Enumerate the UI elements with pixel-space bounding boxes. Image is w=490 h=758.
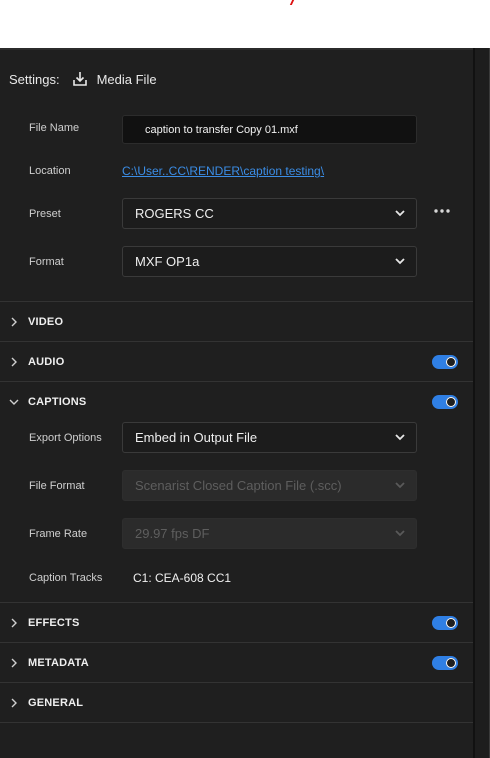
chevron-down-icon	[9, 396, 19, 408]
file-name-value: caption to transfer Copy 01.mxf	[145, 123, 298, 136]
effects-toggle[interactable]	[432, 616, 458, 630]
location-label: Location	[29, 165, 71, 177]
section-general[interactable]: GENERAL	[0, 683, 473, 723]
section-captions[interactable]: CAPTIONS	[0, 382, 473, 422]
chevron-right-icon	[9, 316, 19, 328]
file-format-value: Scenarist Closed Caption File (.scc)	[135, 478, 342, 493]
section-effects[interactable]: EFFECTS	[0, 603, 473, 643]
caption-tracks-value: C1: CEA-608 CC1	[133, 571, 232, 585]
format-label: Format	[29, 256, 64, 268]
file-format-label: File Format	[29, 480, 85, 492]
captions-toggle[interactable]	[432, 395, 458, 409]
section-audio-title: AUDIO	[28, 356, 65, 368]
export-options-value: Embed in Output File	[135, 430, 258, 445]
file-name-field[interactable]: caption to transfer Copy 01.mxf	[122, 115, 417, 144]
chevron-down-icon	[394, 431, 406, 443]
download-to-tray-icon	[72, 71, 88, 87]
file-name-label: File Name	[29, 122, 80, 134]
section-divider	[0, 722, 473, 723]
preset-value: ROGERS CC	[135, 206, 214, 221]
audio-toggle[interactable]	[432, 355, 458, 369]
section-video[interactable]: VIDEO	[0, 302, 473, 342]
chevron-right-icon	[9, 356, 19, 368]
format-value: MXF OP1a	[135, 254, 200, 269]
section-captions-title: CAPTIONS	[28, 396, 87, 408]
chevron-right-icon	[9, 657, 19, 669]
export-options-label: Export Options	[29, 432, 102, 444]
settings-header: Settings: Media File	[9, 70, 157, 88]
section-effects-title: EFFECTS	[28, 617, 80, 629]
adjacent-panel-edge	[475, 48, 490, 758]
chevron-down-icon	[394, 207, 406, 219]
chevron-right-icon	[9, 697, 19, 709]
location-link[interactable]: C:\User..CC\RENDER\caption testing\	[122, 164, 324, 178]
frame-rate-dropdown: 29.97 fps DF	[122, 518, 417, 549]
settings-mode[interactable]: Media File	[97, 72, 157, 87]
chevron-down-icon	[394, 479, 406, 491]
more-options-icon[interactable]	[432, 203, 454, 219]
preset-dropdown[interactable]: ROGERS CC	[122, 198, 417, 229]
section-general-title: GENERAL	[28, 697, 84, 709]
chevron-down-icon	[394, 527, 406, 539]
export-options-dropdown[interactable]: Embed in Output File	[122, 422, 417, 453]
preset-label: Preset	[29, 208, 61, 220]
metadata-toggle[interactable]	[432, 656, 458, 670]
frame-rate-value: 29.97 fps DF	[135, 526, 210, 541]
frame-rate-label: Frame Rate	[29, 528, 88, 540]
canvas-top-area	[0, 0, 490, 48]
settings-label: Settings:	[9, 71, 60, 87]
section-metadata[interactable]: METADATA	[0, 643, 473, 683]
section-video-title: VIDEO	[28, 316, 64, 328]
format-dropdown[interactable]: MXF OP1a	[122, 246, 417, 277]
section-audio[interactable]: AUDIO	[0, 342, 473, 382]
chevron-down-icon	[394, 255, 406, 267]
file-format-dropdown: Scenarist Closed Caption File (.scc)	[122, 470, 417, 501]
chevron-right-icon	[9, 617, 19, 629]
caption-tracks-label: Caption Tracks	[29, 572, 103, 584]
section-metadata-title: METADATA	[28, 657, 89, 669]
